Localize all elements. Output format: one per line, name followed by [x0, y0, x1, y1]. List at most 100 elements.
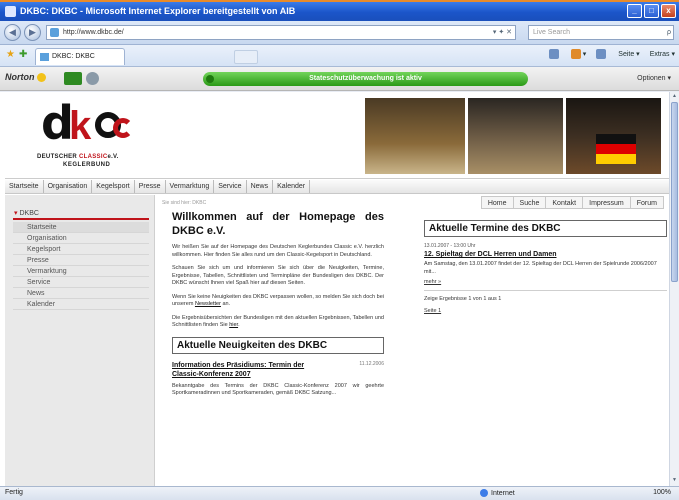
main-nav-startseite[interactable]: Startseite	[5, 180, 44, 193]
main-nav-kegelsport[interactable]: Kegelsport	[92, 180, 135, 193]
event-date: 13.01.2007 - 13:00 Uhr	[424, 243, 476, 249]
main-nav-news[interactable]: News	[247, 180, 274, 193]
new-tab-button[interactable]	[234, 50, 258, 64]
norton-status-bar[interactable]: Stateschutzüberwachung ist aktiv	[203, 72, 528, 86]
logo-tagline-deutscher: DEUTSCHER	[37, 154, 78, 160]
welcome-title: Willkommen auf der Homepage des DKBC e.V…	[172, 211, 384, 237]
tab-favicon-icon	[40, 53, 49, 61]
tab-dkbc[interactable]: DKBC: DKBC	[35, 48, 125, 65]
home-button[interactable]	[548, 49, 561, 59]
sidebar-item-presse[interactable]: Presse	[13, 255, 149, 266]
page-menu[interactable]: Seite ▾	[618, 50, 639, 58]
window-title: DKBC: DKBC - Microsoft Internet Explorer…	[20, 6, 296, 16]
results-link[interactable]: hier	[229, 322, 238, 328]
site-favicon-icon	[50, 28, 59, 37]
scroll-down-icon[interactable]: ▼	[671, 477, 678, 485]
events-results-count: Zeige Ergebnisse 1 von 1 aus 1	[424, 296, 502, 302]
site-header: d k DEUTSCHER CLASSICe.V. KEGLERBUND	[5, 92, 670, 179]
norton-toolbar: Norton Stateschutzüberwachung ist aktiv …	[0, 67, 679, 91]
fans-with-flag-photo	[566, 98, 661, 174]
address-controls[interactable]: ▾ ✦ ✕	[493, 26, 512, 39]
german-flag	[596, 134, 636, 164]
sidebar-item-startseite[interactable]: Startseite	[13, 222, 149, 233]
sub-nav: Home Suche Kontakt Impressum Forum	[480, 196, 664, 209]
main-nav: Startseite Organisation Kegelsport Press…	[5, 180, 670, 194]
breadcrumb: Sie sind hier: DKBC	[162, 200, 207, 206]
news-item-date: 11.12.2006	[359, 360, 384, 367]
address-bar[interactable]: http://www.dkbc.de/ ▾ ✦ ✕	[46, 25, 516, 40]
logo-tagline-ev: e.V.	[107, 154, 119, 160]
forward-button[interactable]: ▶	[24, 24, 41, 41]
add-favorites-icon[interactable]: ✚	[19, 49, 27, 60]
norton-card-icon[interactable]	[64, 72, 82, 85]
main-nav-vermarktung[interactable]: Vermarktung	[166, 180, 215, 193]
news-item: Information des Präsidiums: Termin der C…	[172, 361, 384, 398]
web-viewport: d k DEUTSCHER CLASSICe.V. KEGLERBUND Sta…	[0, 92, 679, 486]
header-photos	[365, 98, 661, 174]
logo-k: k	[69, 104, 92, 148]
sub-nav-suche[interactable]: Suche	[513, 196, 547, 209]
welcome-paragraph-2: Schauen Sie sich um und informieren Sie …	[172, 265, 384, 286]
event-body: Am Samstag, den 13.01.2007 findet der 12…	[424, 261, 657, 275]
close-button[interactable]: x	[661, 4, 676, 18]
results-text: Die Ergebnisübersichten der Bundesligen …	[172, 314, 384, 329]
sidebar-divider	[13, 218, 149, 220]
zoom-level[interactable]: 100%	[653, 489, 671, 496]
dkbc-logo[interactable]: d k DEUTSCHER CLASSICe.V. KEGLERBUND	[33, 98, 153, 174]
main-nav-presse[interactable]: Presse	[135, 180, 166, 193]
maximize-button[interactable]: □	[644, 4, 659, 18]
scroll-up-icon[interactable]: ▲	[671, 93, 678, 101]
sub-nav-kontakt[interactable]: Kontakt	[546, 196, 584, 209]
logo-tagline: DEUTSCHER CLASSICe.V.	[37, 154, 119, 160]
logo-tagline-keglerbund: KEGLERBUND	[63, 162, 111, 168]
address-toolbar: ◀ ▶ http://www.dkbc.de/ ▾ ✦ ✕ Live Searc…	[0, 21, 679, 45]
vertical-scrollbar[interactable]: ▲ ▼	[669, 92, 679, 486]
favorites-star-icon[interactable]: ★	[6, 49, 15, 60]
news-box-title: Aktuelle Neuigkeiten des DKBC	[172, 336, 384, 354]
minimize-button[interactable]: _	[627, 4, 642, 18]
dkbc-page: d k DEUTSCHER CLASSICe.V. KEGLERBUND Sta…	[5, 92, 670, 486]
norton-options[interactable]: Optionen ▾	[637, 74, 671, 82]
newsletter-link[interactable]: Newsletter	[195, 301, 221, 307]
bowling-alley-photo	[365, 98, 465, 174]
results-text-end: .	[238, 322, 240, 328]
norton-settings-icon[interactable]	[86, 72, 99, 85]
feeds-button[interactable]: ▾	[570, 49, 586, 59]
sidebar-section-title[interactable]: DKBC	[14, 209, 38, 217]
events-page-link[interactable]: Seite 1	[424, 308, 667, 314]
scrollbar-thumb[interactable]	[671, 102, 678, 282]
main-nav-service[interactable]: Service	[214, 180, 247, 193]
event-title[interactable]: 12. Spieltag der DCL Herren und Damen	[424, 251, 667, 258]
main-nav-kalender[interactable]: Kalender	[273, 180, 311, 193]
sidebar-item-service[interactable]: Service	[13, 277, 149, 288]
search-placeholder: Live Search	[533, 29, 570, 36]
window-titlebar: DKBC: DKBC - Microsoft Internet Explorer…	[0, 0, 679, 21]
status-bar: Fertig Internet 100%	[0, 486, 679, 500]
print-icon	[596, 49, 607, 59]
main-nav-organisation[interactable]: Organisation	[44, 180, 93, 193]
events-box-title: Aktuelle Termine des DKBC	[424, 220, 667, 237]
sidebar-item-vermarktung[interactable]: Vermarktung	[13, 266, 149, 277]
sidebar-item-kegelsport[interactable]: Kegelsport	[13, 244, 149, 255]
command-bar: ▾ Seite ▾ Extras ▾	[548, 49, 675, 59]
news-item-title[interactable]: Information des Präsidiums: Termin der C…	[172, 361, 332, 379]
sub-nav-impressum[interactable]: Impressum	[583, 196, 631, 209]
search-input[interactable]: Live Search ρ	[528, 25, 674, 40]
sub-nav-home[interactable]: Home	[480, 196, 514, 209]
sidebar: DKBC Startseite Organisation Kegelsport …	[5, 195, 155, 486]
tab-label: DKBC: DKBC	[52, 53, 95, 60]
news-item-body: Bekanntgabe des Termins der DKBC Classic…	[172, 382, 384, 397]
tools-menu[interactable]: Extras ▾	[650, 50, 675, 58]
sidebar-item-news[interactable]: News	[13, 288, 149, 299]
print-button[interactable]	[596, 49, 608, 59]
event-more-link[interactable]: mehr »	[424, 279, 667, 285]
search-icon[interactable]: ρ	[667, 26, 671, 39]
sub-nav-forum[interactable]: Forum	[630, 196, 664, 209]
welcome-paragraph-4: Die Ergebnisübersichten der Bundesligen …	[172, 315, 384, 330]
logo-d: d	[41, 96, 74, 150]
sidebar-item-kalender[interactable]: Kalender	[13, 299, 149, 310]
sidebar-menu: Startseite Organisation Kegelsport Press…	[13, 222, 149, 310]
home-icon	[548, 49, 559, 59]
back-button[interactable]: ◀	[4, 24, 21, 41]
sidebar-item-organisation[interactable]: Organisation	[13, 233, 149, 244]
